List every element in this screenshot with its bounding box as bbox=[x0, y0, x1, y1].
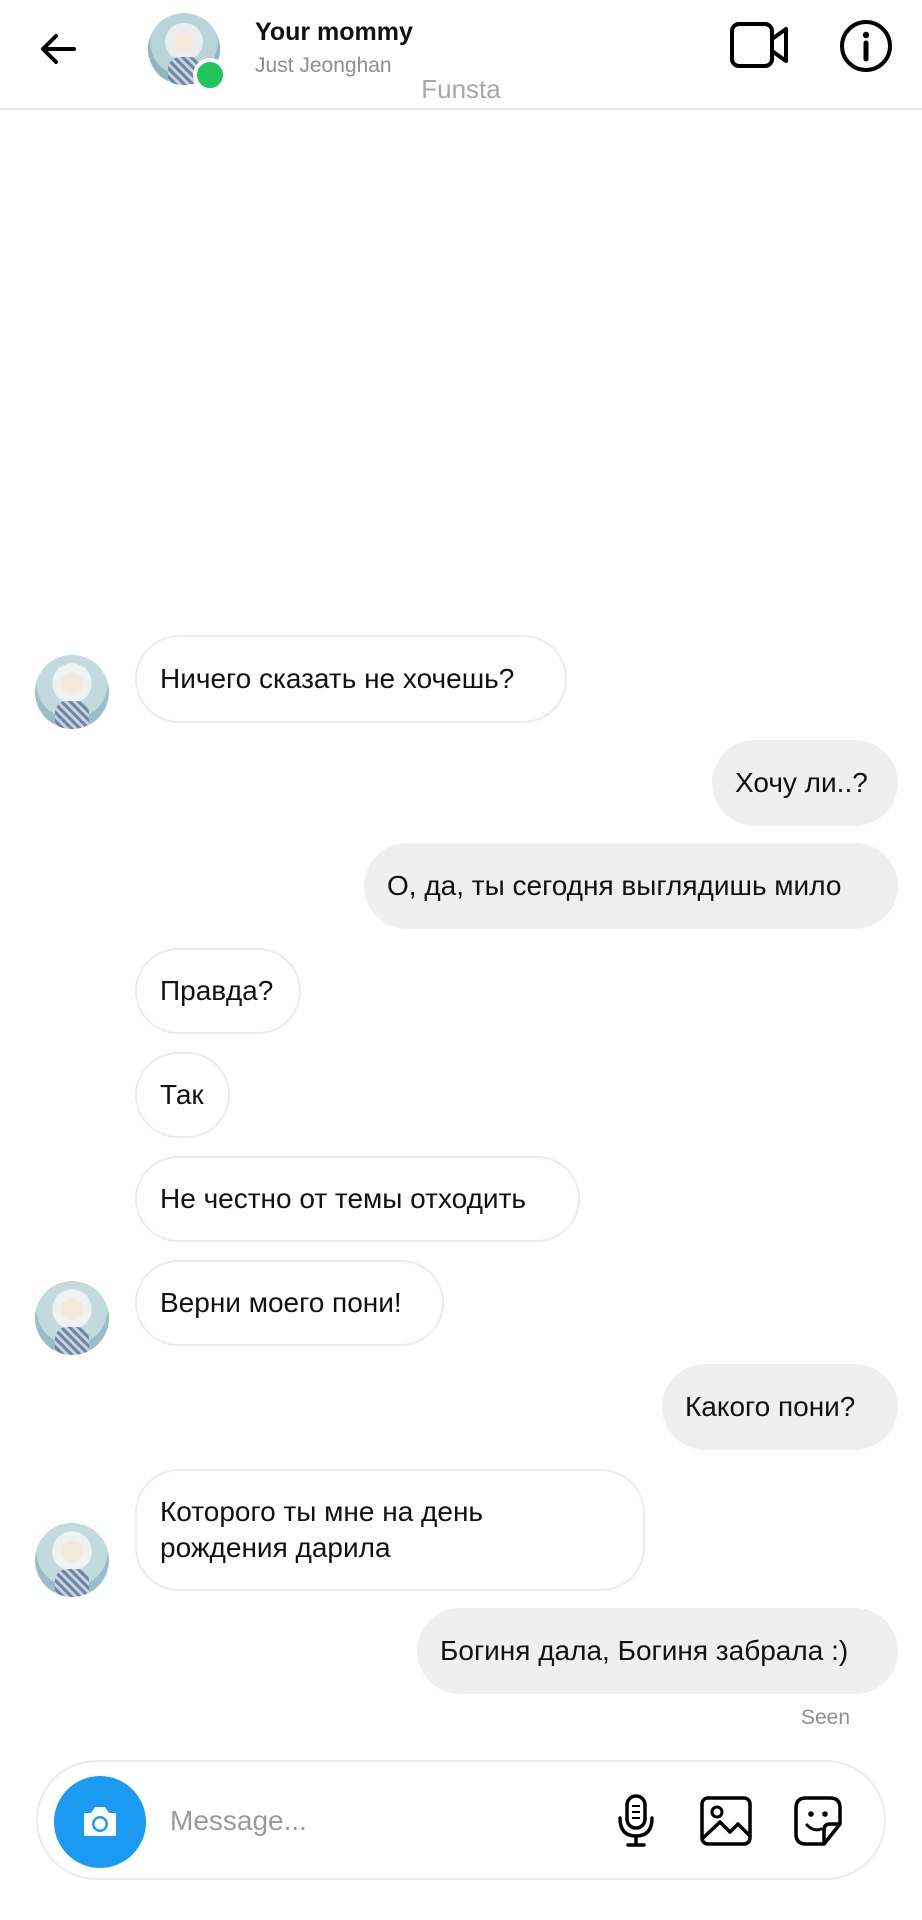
message-bubble-incoming[interactable]: Не честно от темы отходить bbox=[135, 1156, 580, 1242]
video-call-button[interactable] bbox=[728, 18, 790, 72]
account-label: Funsta bbox=[421, 74, 501, 104]
message-bubble-outgoing[interactable]: Хочу ли..? bbox=[712, 740, 898, 826]
camera-button[interactable] bbox=[54, 1776, 146, 1868]
info-icon bbox=[840, 20, 892, 72]
contact-avatar[interactable] bbox=[35, 655, 109, 729]
message-bubble-incoming[interactable]: Правда? bbox=[135, 948, 301, 1034]
video-camera-icon bbox=[730, 22, 788, 68]
info-button[interactable] bbox=[836, 16, 896, 76]
microphone-icon bbox=[618, 1794, 654, 1847]
back-button[interactable] bbox=[28, 22, 92, 76]
seen-indicator: Seen bbox=[800, 1706, 850, 1729]
message-bubble-incoming[interactable]: Ничего сказать не хочешь? bbox=[135, 635, 567, 723]
voice-message-button[interactable] bbox=[608, 1792, 664, 1850]
sticker-icon bbox=[794, 1796, 842, 1846]
contact-name[interactable]: Your mommy bbox=[255, 18, 413, 47]
message-bubble-outgoing[interactable]: О, да, ты сегодня выглядишь мило bbox=[364, 843, 898, 929]
message-bubble-incoming[interactable]: Которого ты мне на день рождения дарила bbox=[135, 1469, 645, 1591]
message-bubble-outgoing[interactable]: Богиня дала, Богиня забрала :) bbox=[417, 1608, 898, 1694]
image-icon bbox=[700, 1796, 752, 1846]
camera-icon bbox=[84, 1807, 116, 1836]
contact-avatar[interactable] bbox=[35, 1281, 109, 1355]
message-bubble-incoming[interactable]: Верни моего пони! bbox=[135, 1260, 444, 1346]
message-composer bbox=[36, 1760, 886, 1880]
sticker-button[interactable] bbox=[790, 1792, 846, 1850]
contact-avatar[interactable] bbox=[35, 1523, 109, 1597]
arrow-left-icon bbox=[41, 34, 76, 64]
gallery-button[interactable] bbox=[698, 1792, 754, 1850]
chat-header: Your mommy Just Jeonghan Funsta bbox=[0, 0, 922, 110]
message-bubble-incoming[interactable]: Так bbox=[135, 1052, 230, 1138]
message-input[interactable] bbox=[168, 1796, 472, 1846]
message-bubble-outgoing[interactable]: Какого пони? bbox=[662, 1364, 898, 1450]
